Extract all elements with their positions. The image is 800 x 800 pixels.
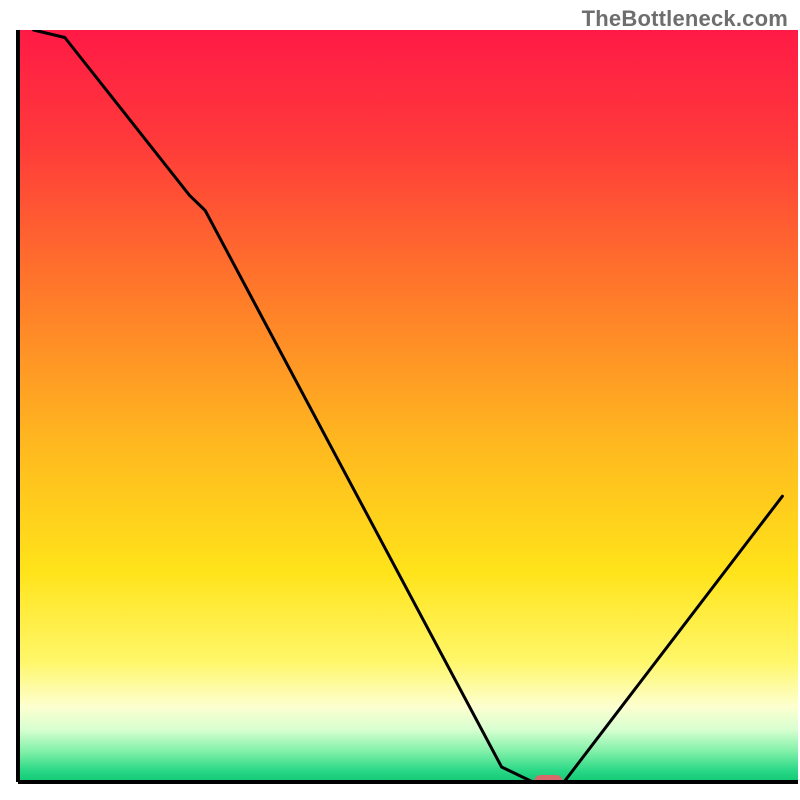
bottleneck-chart (0, 0, 800, 800)
chart-container: TheBottleneck.com (0, 0, 800, 800)
plot-area (18, 30, 798, 787)
watermark-text: TheBottleneck.com (582, 6, 788, 32)
gradient-background (18, 30, 798, 782)
